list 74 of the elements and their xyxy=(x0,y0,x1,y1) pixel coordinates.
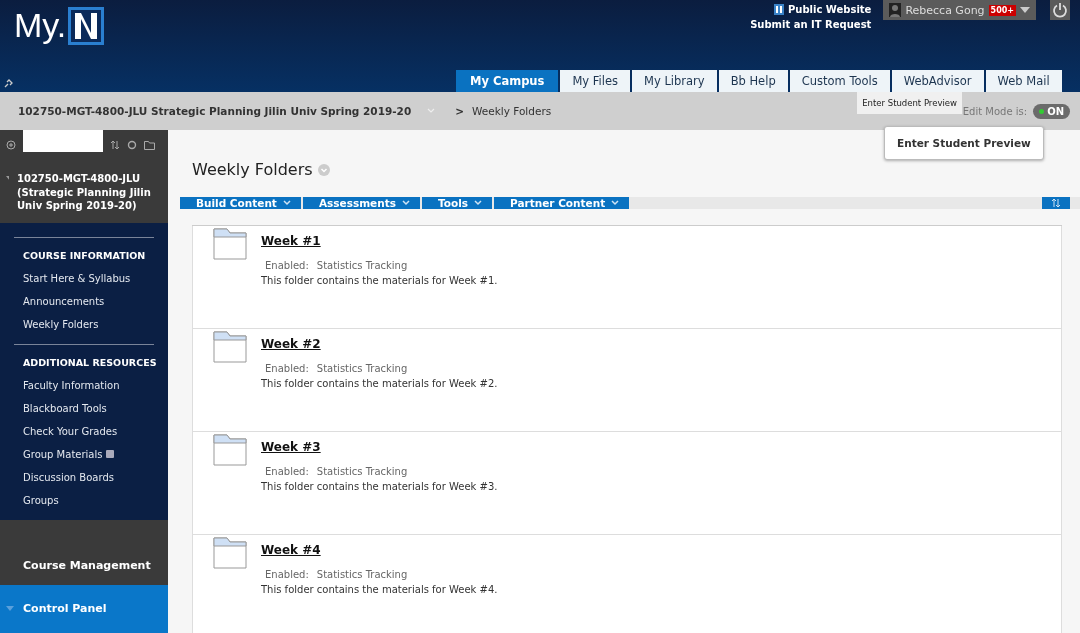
nav-tab[interactable]: My Campus xyxy=(456,70,559,92)
edit-mode-label: Edit Mode is: xyxy=(962,105,1028,117)
enabled-label: Enabled: xyxy=(265,363,309,374)
chevron-icon xyxy=(427,108,436,114)
folder-title[interactable]: Week #2 xyxy=(261,337,498,351)
nav-tab[interactable]: WebAdvisor xyxy=(891,70,984,92)
user-menu[interactable]: Rebecca Gong 500+ xyxy=(883,0,1036,20)
header-link[interactable]: Public Website xyxy=(773,4,872,15)
nav-tab[interactable]: Bb Help xyxy=(718,70,788,92)
edit-mode-toggle[interactable]: ON xyxy=(1033,103,1070,119)
student-preview-button[interactable]: Enter Student Preview xyxy=(884,126,1044,160)
folder-title[interactable]: Week #4 xyxy=(261,543,498,557)
folder-description: This folder contains the materials for Week #4. xyxy=(261,584,498,595)
caret-icon xyxy=(611,200,620,206)
logo-icon xyxy=(68,6,105,45)
header-link[interactable]: Submit an IT Request xyxy=(750,19,872,30)
control-panel-item[interactable]: Control Panel xyxy=(0,584,168,633)
breadcrumb-separator: > xyxy=(455,105,465,117)
logo-text: My. xyxy=(14,6,67,45)
folder-description: This folder contains the materials for Week #2. xyxy=(261,378,498,389)
logo-icon xyxy=(773,4,784,15)
folder-description: This folder contains the materials for Week #3. xyxy=(261,481,498,492)
enabled-label: Enabled: xyxy=(265,569,309,580)
course-management-heading: Course Management xyxy=(22,557,152,574)
nav-tab[interactable]: Custom Tools xyxy=(789,70,890,92)
sidebar-item[interactable]: Start Here & Syllabus xyxy=(23,272,154,284)
section-heading: ADDITIONAL RESOURCES xyxy=(23,356,154,368)
user-name: Rebecca Gong xyxy=(905,3,985,17)
nav-tab[interactable]: My Files xyxy=(560,70,630,92)
nav-tab[interactable]: My Library xyxy=(632,70,717,92)
caret-icon xyxy=(474,200,482,206)
folder-title[interactable]: Week #1 xyxy=(261,234,498,248)
enabled-value: Statistics Tracking xyxy=(316,363,408,374)
page-title: Weekly Folders xyxy=(192,160,313,179)
nav-tab[interactable]: Web Mail xyxy=(985,70,1062,92)
avatar-icon xyxy=(889,3,902,17)
folder-title[interactable]: Week #3 xyxy=(261,440,498,454)
sort-icon xyxy=(1051,198,1061,208)
sidebar-item[interactable]: Faculty Information xyxy=(23,379,154,391)
tooltip: Enter Student Preview xyxy=(857,92,962,114)
sidebar-item[interactable]: Check Your Grades xyxy=(23,425,154,437)
caret-icon xyxy=(401,200,410,206)
sidebar-item[interactable]: Weekly Folders xyxy=(23,318,154,330)
search-field[interactable] xyxy=(23,130,103,152)
sidebar-item[interactable]: Blackboard Tools xyxy=(23,402,154,414)
caret-icon[interactable] xyxy=(6,176,9,182)
folder-icon[interactable] xyxy=(144,140,155,150)
refresh-icon[interactable] xyxy=(127,140,137,150)
notification-badge: 500+ xyxy=(988,4,1016,16)
sort-icon[interactable] xyxy=(110,140,120,150)
caret-icon xyxy=(1020,7,1030,13)
action-menu-button[interactable]: Build Content xyxy=(180,197,301,209)
sidebar-item[interactable]: Groups xyxy=(23,494,154,506)
sidebar-item[interactable]: Group Materials xyxy=(23,448,154,460)
enabled-value: Statistics Tracking xyxy=(316,569,408,580)
sidebar-item[interactable]: Announcements xyxy=(23,295,154,307)
power-button[interactable] xyxy=(1050,0,1070,20)
enabled-value: Statistics Tracking xyxy=(316,260,408,271)
sort-button[interactable] xyxy=(1042,197,1070,209)
add-icon[interactable] xyxy=(6,140,16,150)
action-menu-button[interactable]: Assessments xyxy=(302,197,420,209)
enabled-value: Statistics Tracking xyxy=(316,466,408,477)
caret-icon xyxy=(6,606,14,612)
section-heading: COURSE INFORMATION xyxy=(23,249,147,261)
caret-icon xyxy=(282,200,291,206)
action-menu-button[interactable]: Tools xyxy=(421,197,492,209)
enabled-label: Enabled: xyxy=(265,466,309,477)
course-title[interactable]: 102750-MGT-4800-JLU (Strategic Planning Jilin Univ Spring 2019-20) xyxy=(17,172,160,213)
action-menu-button[interactable]: Partner Content xyxy=(494,197,630,209)
page-breadcrumb: Weekly Folders xyxy=(472,105,552,117)
enabled-label: Enabled: xyxy=(265,260,309,271)
course-breadcrumb[interactable]: 102750-MGT-4800-JLU Strategic Planning Jilin Univ Spring 2019-20 xyxy=(18,105,412,117)
sidebar-item[interactable]: Discussion Boards xyxy=(23,471,154,483)
folder-description: This folder contains the materials for Week #1. xyxy=(261,275,498,286)
